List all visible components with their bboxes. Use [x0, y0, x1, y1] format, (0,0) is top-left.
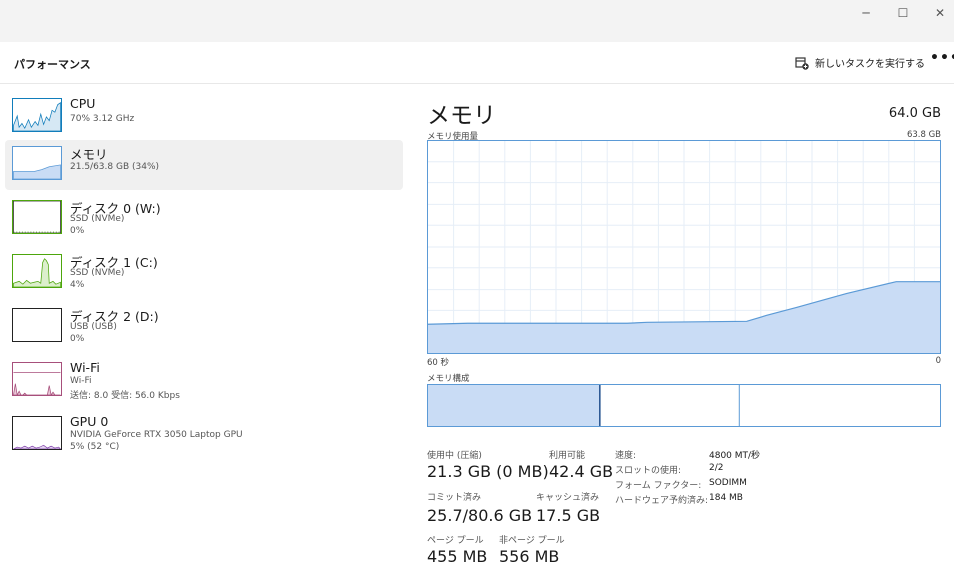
- form-factor-value: SODIMM: [709, 478, 747, 488]
- sidebar-item-detail: NVIDIA GeForce RTX 3050 Laptop GPU: [70, 430, 243, 440]
- maximize-icon[interactable]: ☐: [885, 2, 921, 24]
- time-axis-right: 0: [935, 356, 941, 366]
- sidebar-item-name: CPU: [70, 96, 96, 111]
- available-value: 42.4 GB: [549, 462, 614, 481]
- new-task-icon: [795, 56, 809, 70]
- sidebar-item-usage: 0%: [70, 226, 85, 236]
- disk0-thumbnail: [12, 200, 62, 234]
- sidebar-item-usage: 4%: [70, 280, 85, 290]
- usage-graph-max: 63.8 GB: [906, 130, 941, 140]
- slots-label: スロットの使用:: [615, 466, 682, 476]
- sidebar-item-disk1[interactable]: ディスク 1 (C:) SSD (NVMe) 4%: [5, 248, 403, 298]
- disk2-thumbnail: [12, 308, 62, 342]
- cached-value: 17.5 GB: [536, 506, 601, 525]
- panel-title: メモリ: [427, 103, 496, 129]
- cpu-thumbnail: [12, 98, 62, 132]
- sidebar-item-detail: 21.5/63.8 GB (34%): [70, 162, 160, 172]
- form-factor-label: フォーム ファクター:: [615, 481, 702, 491]
- paged-pool-label: ページ プール: [427, 536, 484, 546]
- sidebar-item-detail: SSD (NVMe): [70, 268, 125, 278]
- hw-reserved-label: ハードウェア予約済み:: [615, 496, 709, 506]
- sidebar-item-disk2[interactable]: ディスク 2 (D:) USB (USB) 0%: [5, 302, 403, 352]
- sidebar-item-name: GPU 0: [70, 414, 109, 429]
- in-use-label: 使用中 (圧縮): [427, 451, 482, 461]
- sidebar-item-name: メモリ: [70, 147, 108, 162]
- disk1-thumbnail: [12, 254, 62, 288]
- available-label: 利用可能: [549, 451, 586, 461]
- composition-in-use: [428, 385, 600, 426]
- new-task-label: 新しいタスクを実行する: [815, 59, 925, 70]
- sidebar-item-cpu[interactable]: CPU 70% 3.12 GHz: [5, 92, 403, 142]
- memory-composition-bar: [427, 384, 941, 427]
- title-bar: ─ ☐ ✕: [0, 0, 954, 42]
- memory-total: 64.0 GB: [888, 106, 941, 121]
- sidebar-item-usage: 5% (52 °C): [70, 442, 120, 452]
- memory-usage-graph: [427, 140, 941, 354]
- minimize-icon[interactable]: ─: [848, 2, 884, 24]
- sidebar-item-disk0[interactable]: ディスク 0 (W:) SSD (NVMe) 0%: [5, 194, 403, 244]
- new-task-button[interactable]: 新しいタスクを実行する: [795, 55, 925, 70]
- sidebar-item-name: Wi-Fi: [70, 360, 100, 375]
- sidebar-item-usage: 0%: [70, 334, 85, 344]
- committed-value: 25.7/80.6 GB: [427, 506, 533, 525]
- nonpaged-pool-value: 556 MB: [499, 547, 560, 566]
- page-header: パフォーマンス 新しいタスクを実行する •••: [0, 42, 954, 84]
- sidebar-item-gpu[interactable]: GPU 0 NVIDIA GeForce RTX 3050 Laptop GPU…: [5, 410, 403, 460]
- slots-value: 2/2: [709, 463, 724, 473]
- sidebar-item-usage: 送信: 8.0 受信: 56.0 Kbps: [70, 391, 180, 401]
- page-title: パフォーマンス: [14, 58, 91, 71]
- sidebar-item-detail: USB (USB): [70, 322, 117, 332]
- composition-label: メモリ構成: [427, 374, 470, 384]
- close-icon[interactable]: ✕: [922, 2, 954, 24]
- speed-value: 4800 MT/秒: [709, 451, 761, 461]
- wifi-thumbnail: [12, 362, 62, 396]
- paged-pool-value: 455 MB: [427, 547, 488, 566]
- in-use-value: 21.3 GB (0 MB): [427, 462, 549, 481]
- cached-label: キャッシュ済み: [536, 493, 600, 503]
- sidebar-item-detail: 70% 3.12 GHz: [70, 114, 135, 124]
- more-options-icon[interactable]: •••: [930, 50, 954, 66]
- hw-reserved-value: 184 MB: [709, 493, 743, 503]
- speed-label: 速度:: [615, 451, 637, 461]
- sidebar-item-wifi[interactable]: Wi-Fi Wi-Fi 送信: 8.0 受信: 56.0 Kbps: [5, 356, 403, 406]
- sidebar-item-detail: SSD (NVMe): [70, 214, 125, 224]
- gpu-thumbnail: [12, 416, 62, 450]
- sidebar-item-detail: Wi-Fi: [70, 376, 92, 386]
- nonpaged-pool-label: 非ページ プール: [499, 536, 565, 546]
- memory-thumbnail: [12, 146, 62, 180]
- committed-label: コミット済み: [427, 493, 482, 503]
- sidebar-item-memory[interactable]: メモリ 21.5/63.8 GB (34%): [5, 140, 403, 190]
- time-axis-left: 60 秒: [427, 358, 450, 368]
